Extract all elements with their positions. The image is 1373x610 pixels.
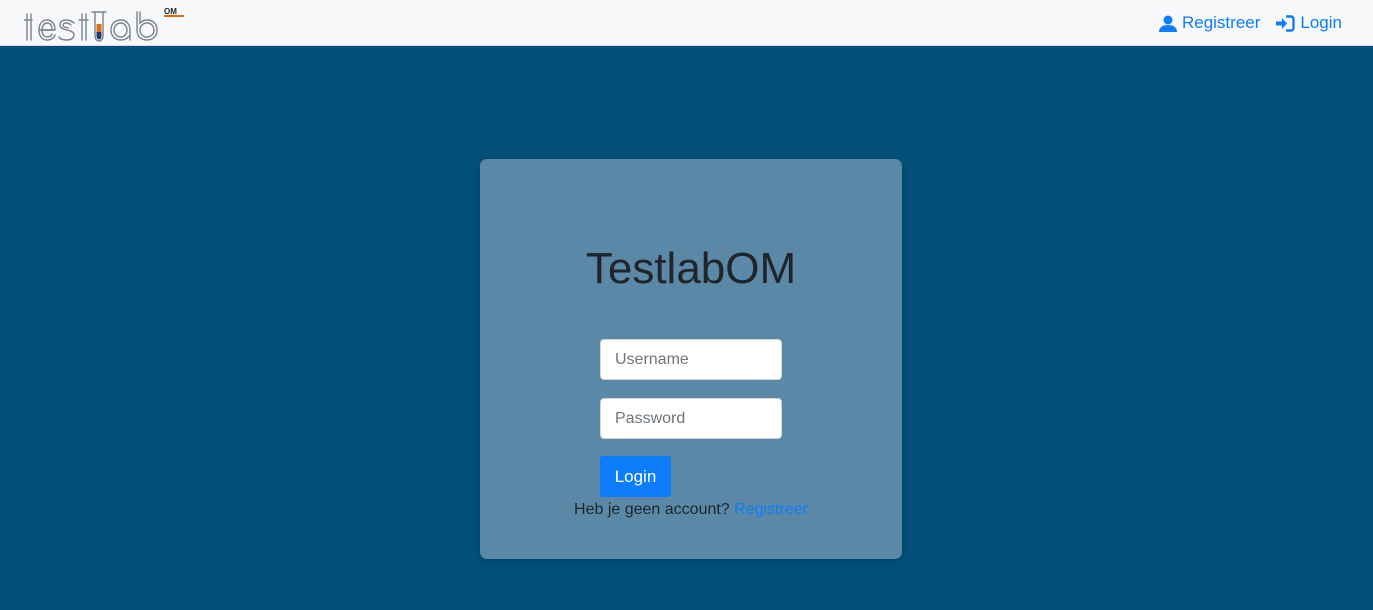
password-input[interactable] — [600, 398, 782, 439]
user-icon — [1158, 15, 1177, 32]
nav-login-label: Login — [1300, 13, 1342, 32]
sign-in-icon — [1276, 14, 1296, 32]
username-input[interactable] — [600, 339, 782, 380]
logo-badge: OM — [164, 7, 177, 16]
signup-prompt-line: Heb je geen account? Registreer — [480, 499, 902, 521]
navbar-links: Registreer Login — [1158, 11, 1342, 35]
login-button[interactable]: Login — [600, 456, 671, 497]
login-card-title: TestlabOM — [585, 244, 797, 293]
nav-register-link[interactable]: Registreer — [1158, 13, 1261, 33]
nav-register-label: Registreer — [1181, 13, 1261, 32]
login-card: TestlabOM Login Heb je geen account? Reg… — [480, 159, 902, 559]
nav-login-link[interactable]: Login — [1276, 13, 1342, 33]
signup-link[interactable]: Registreer — [734, 501, 808, 518]
top-navbar: OM Registreer Login — [0, 0, 1373, 46]
testlab-logo[interactable]: OM — [24, 4, 186, 44]
signup-prompt-text: Heb je geen account? — [574, 501, 730, 518]
